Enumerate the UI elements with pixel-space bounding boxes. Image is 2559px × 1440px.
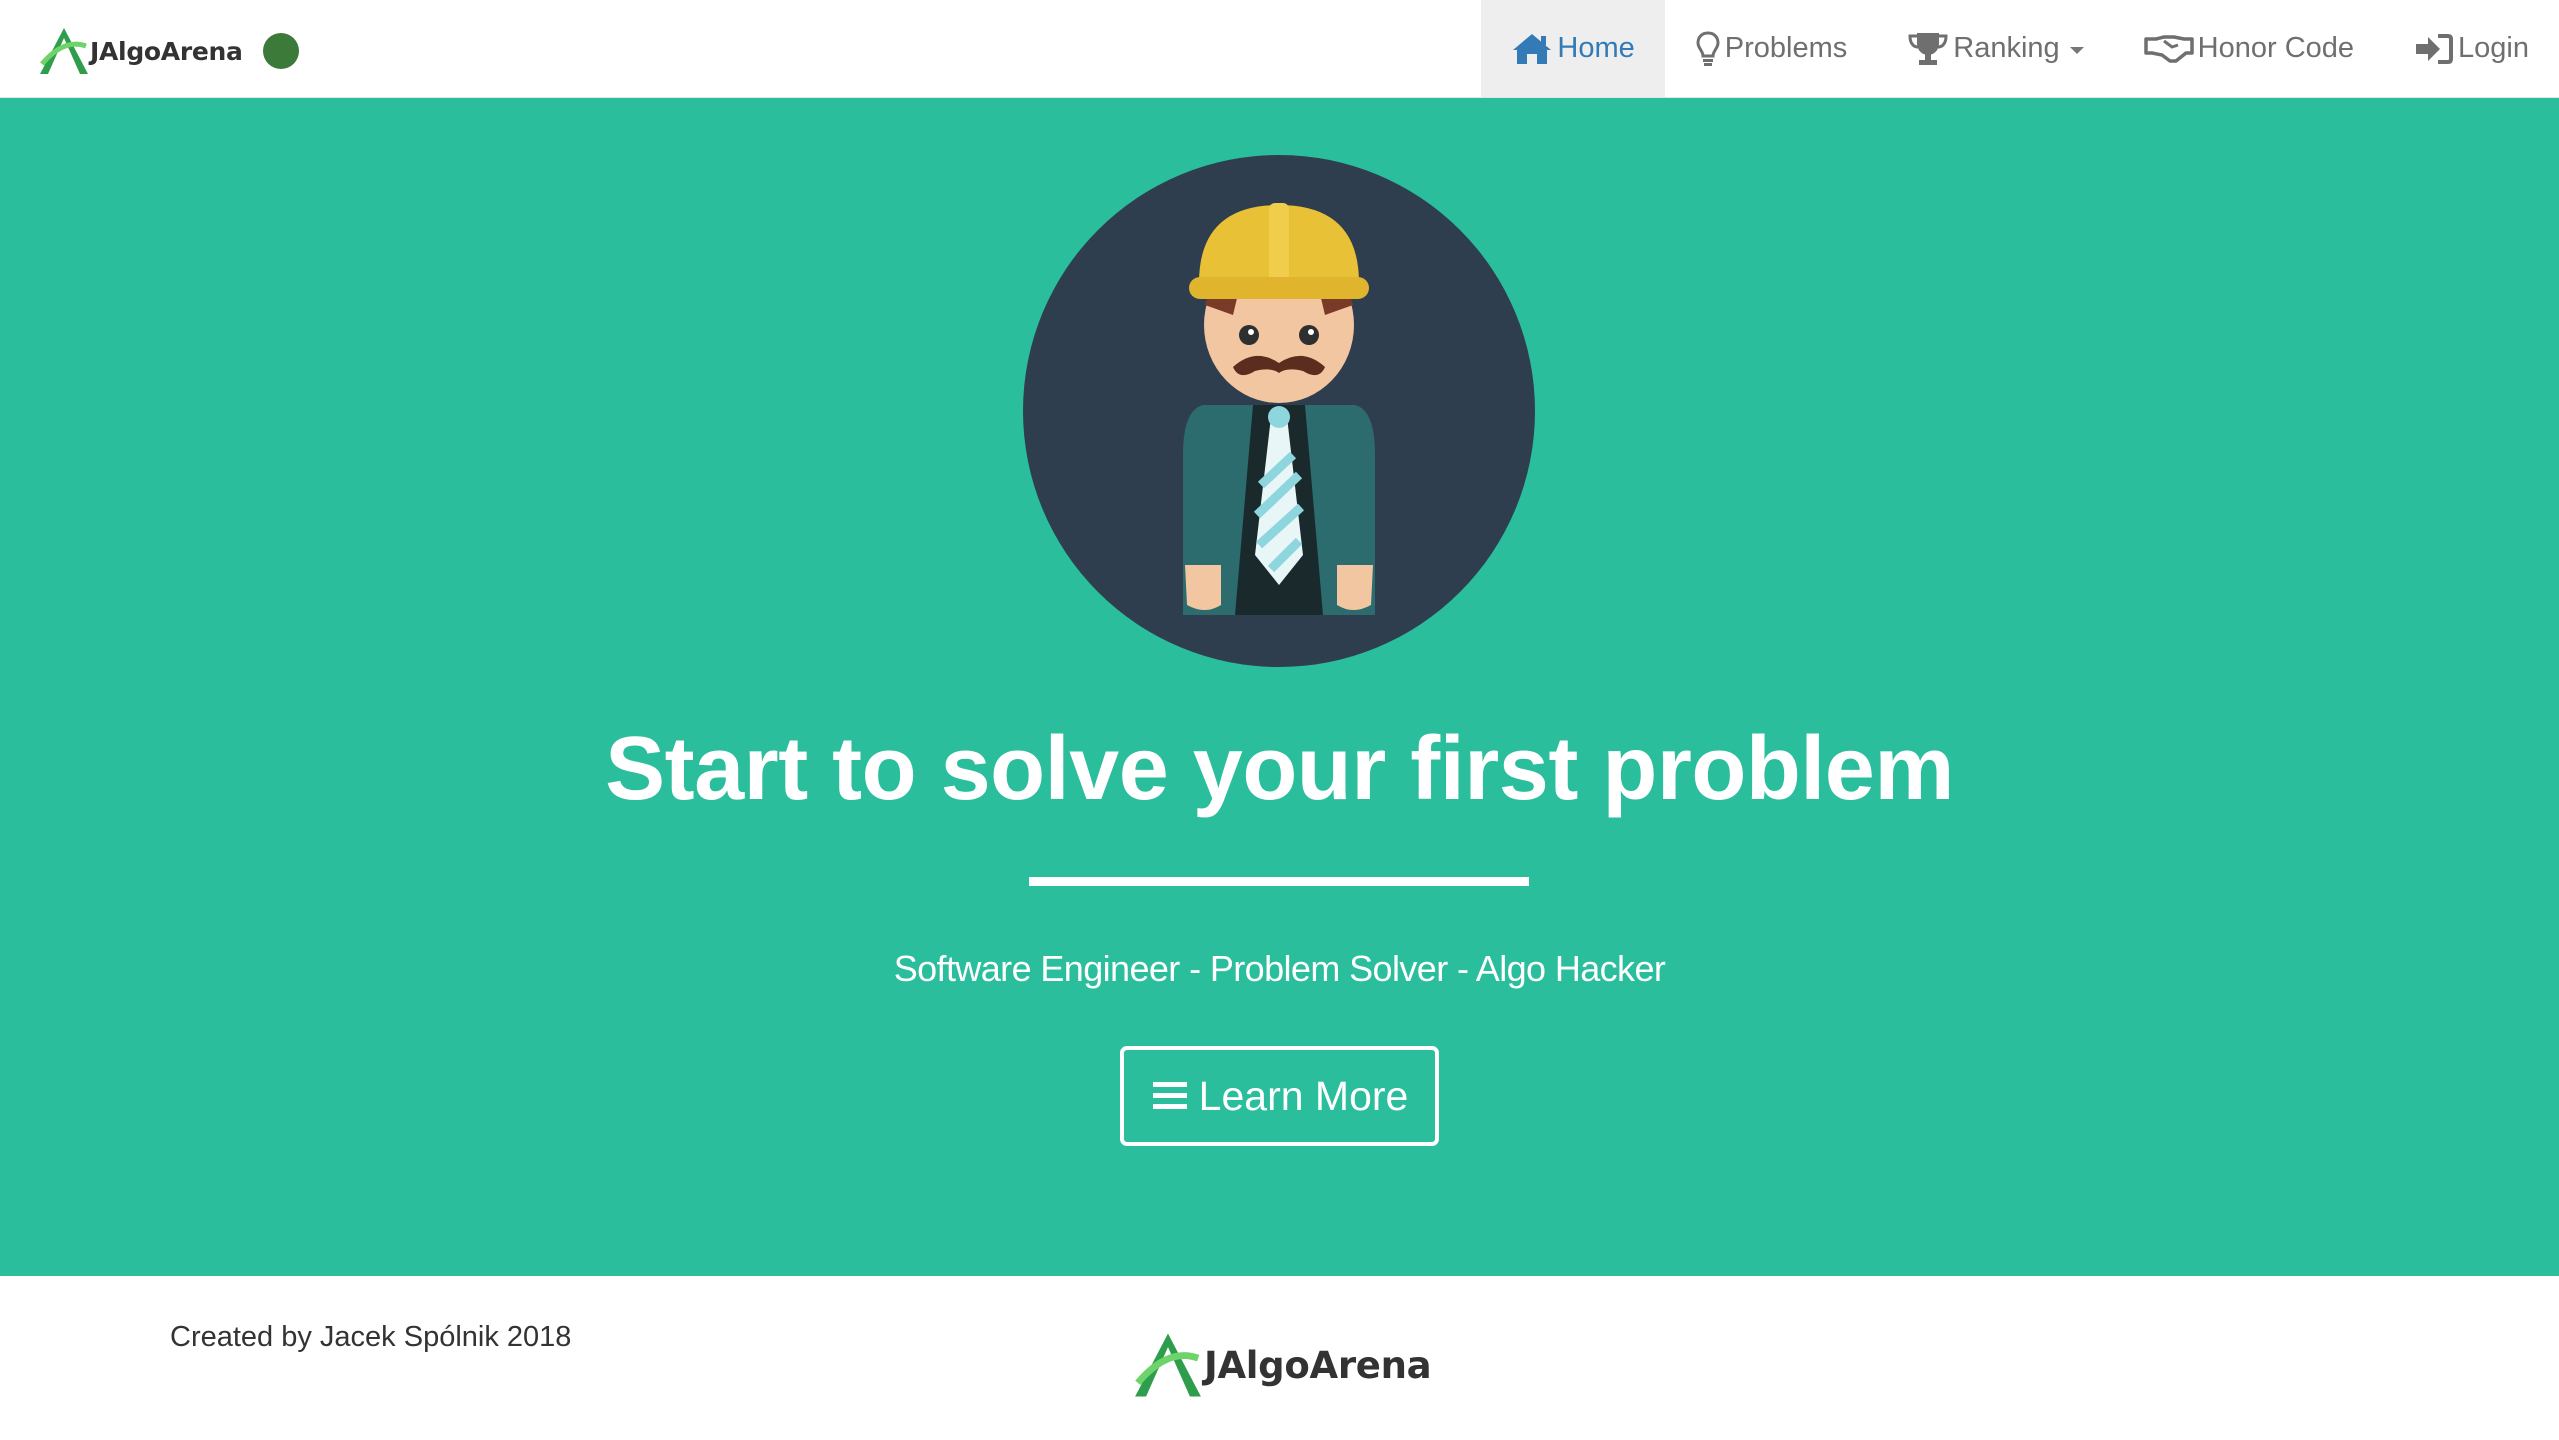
lightbulb-icon xyxy=(1696,30,1720,66)
footer-logo[interactable]: JAlgoArena xyxy=(1128,1328,1432,1402)
engineer-avatar-icon xyxy=(1023,155,1535,667)
footer-logo-text: JAlgoArena xyxy=(1204,1343,1432,1387)
nav-problems[interactable]: Problems xyxy=(1665,0,1878,97)
hero-section: Start to solve your first problem Softwa… xyxy=(0,98,2559,1276)
footer: Created by Jacek Spólnik 2018 JAlgoArena xyxy=(0,1276,2559,1440)
status-indicator xyxy=(262,33,299,69)
trophy-icon xyxy=(1908,32,1948,65)
handshake-icon xyxy=(2143,34,2194,63)
jalgoarena-logo-icon xyxy=(40,28,88,74)
hero-divider xyxy=(1029,877,1529,886)
nav-ranking[interactable]: Ranking xyxy=(1877,0,2113,97)
hero-headline: Start to solve your first problem xyxy=(605,719,1954,819)
learn-more-label: Learn More xyxy=(1198,1072,1409,1119)
chevron-down-icon xyxy=(2069,46,2084,54)
nav-honor-code-label: Honor Code xyxy=(2197,32,2355,64)
nav-login-label: Login xyxy=(2458,32,2529,64)
nav-home[interactable]: Home xyxy=(1481,0,1665,97)
footer-credit: Created by Jacek Spólnik 2018 xyxy=(170,1321,572,1353)
nav-home-label: Home xyxy=(1557,32,1635,64)
nav-login[interactable]: Login xyxy=(2384,0,2559,97)
jalgoarena-logo-icon xyxy=(1135,1333,1201,1397)
login-icon xyxy=(2416,33,2454,64)
home-icon xyxy=(1513,33,1552,64)
learn-more-button[interactable]: Learn More xyxy=(1120,1046,1439,1146)
main-nav: Home Problems Ranking Honor Code Login xyxy=(1481,0,2559,97)
hero-subtitle: Software Engineer - Problem Solver - Alg… xyxy=(893,948,1666,989)
nav-honor-code[interactable]: Honor Code xyxy=(2114,0,2384,97)
nav-ranking-label: Ranking xyxy=(1953,32,2060,64)
brand-name: JAlgoArena xyxy=(90,36,243,66)
nav-problems-label: Problems xyxy=(1724,32,1848,64)
navbar: JAlgoArena Home Problems Ranking Honor C… xyxy=(0,0,2559,98)
menu-icon xyxy=(1152,1082,1187,1109)
brand[interactable]: JAlgoArena xyxy=(36,24,299,78)
